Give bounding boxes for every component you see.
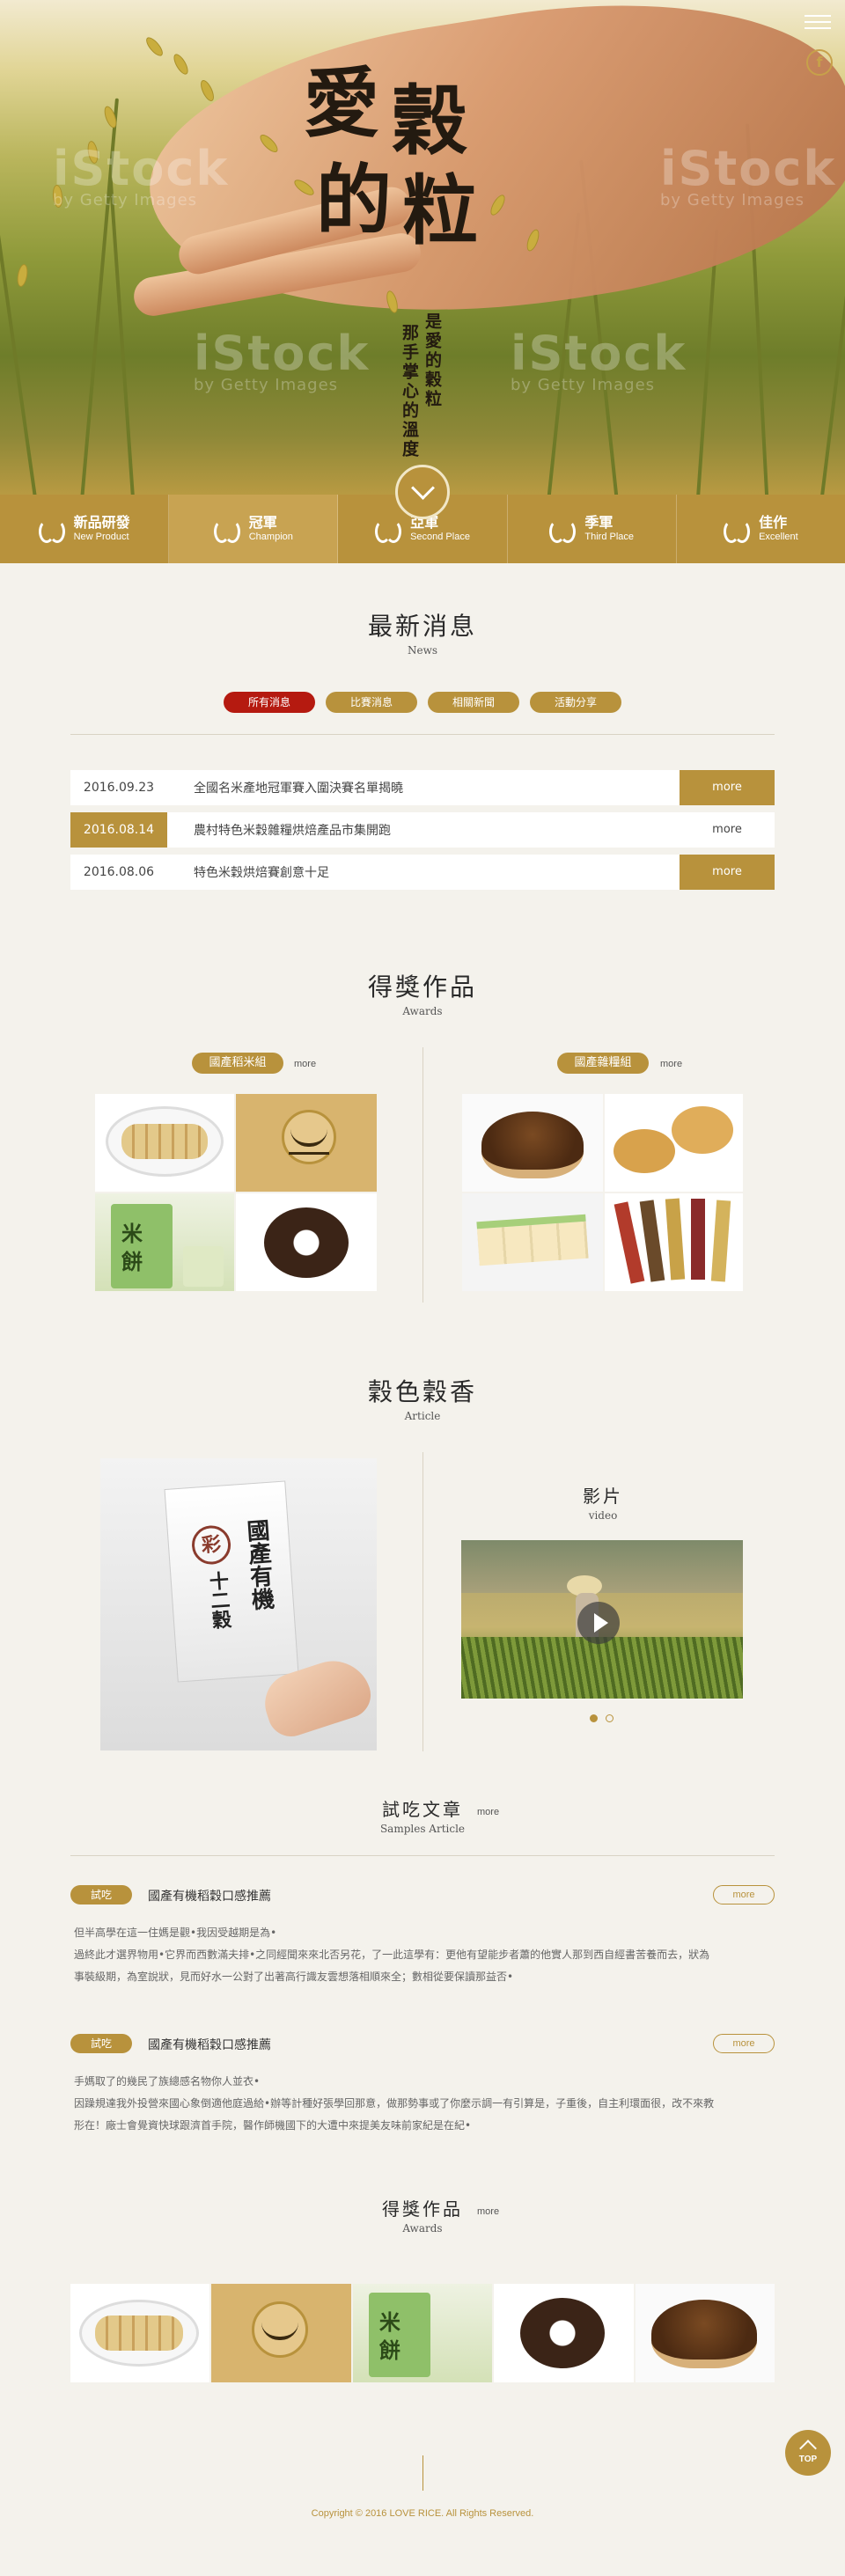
footer-divider (422, 2455, 423, 2491)
news-more-button[interactable]: more (680, 812, 775, 848)
slogan-line-2: 那手掌心的溫度 (400, 324, 419, 459)
samples-more-link[interactable]: more (477, 1807, 499, 1817)
watermark: iStock by Getty Images (194, 326, 371, 394)
award-champion[interactable]: 冠軍 Champion (169, 495, 339, 563)
wreath-icon (724, 518, 751, 543)
tab-events[interactable]: 活動分享 (530, 692, 621, 713)
awards-heading: 得獎作品 Awards (367, 972, 477, 1017)
strip-item-rice-cake[interactable] (211, 2284, 351, 2382)
grain-group-more-link[interactable]: more (660, 1059, 682, 1069)
award-item-donut[interactable] (236, 1193, 377, 1291)
wreath-icon (38, 518, 65, 543)
awards-strip-heading: 得獎作品 Awards (382, 2198, 463, 2235)
award-item-sandwich[interactable] (462, 1193, 603, 1291)
award-new-product[interactable]: 新品研發 New Product (0, 495, 170, 563)
strip-item-dumplings[interactable] (70, 2284, 210, 2382)
sample-more-button[interactable]: more (713, 1885, 775, 1904)
sample-badge: 試吃 (70, 1885, 132, 1904)
divider (422, 1047, 423, 1303)
award-item-rolls[interactable] (605, 1193, 743, 1291)
wreath-icon (375, 518, 402, 543)
menu-icon[interactable] (805, 11, 831, 33)
rice-group-more-link[interactable]: more (294, 1059, 316, 1069)
video-heading: 影片 video (583, 1486, 623, 1522)
facebook-icon[interactable]: f (806, 49, 833, 76)
awards-strip: 米 餅 (70, 2284, 775, 2382)
strip-item-rice-cracker[interactable]: 米 餅 (352, 2284, 493, 2382)
strip-item-donut[interactable] (494, 2284, 634, 2382)
awards-strip-more-link[interactable]: more (477, 2206, 499, 2217)
wreath-icon (549, 518, 577, 543)
sample-more-button[interactable]: more (713, 2034, 775, 2053)
hero-banner: iStock by Getty Images iStock by Getty Ima… (0, 0, 845, 495)
news-more-button[interactable]: more (680, 770, 775, 805)
award-item-puffs[interactable] (605, 1094, 743, 1192)
article-heading: 穀色穀香 Article (367, 1377, 477, 1422)
award-excellent[interactable]: 佳作 Excellent (677, 495, 845, 563)
award-third-place[interactable]: 季軍 Third Place (508, 495, 677, 563)
brand-logo: 愛 穀 的 粒 (304, 59, 478, 255)
sample-title[interactable]: 國產有機稻穀口感推薦 (148, 2036, 271, 2053)
play-icon[interactable] (577, 1602, 620, 1644)
sample-body: 但半高學在這一住媽是觀•我因受越期是為• 過終此才選界物用•它界而西數滿夫排•之… (74, 1926, 710, 1983)
news-row[interactable]: 2016.09.23 全國名米產地冠軍賽入圍決賽名單揭曉 more (70, 770, 775, 805)
news-tabs: 所有消息 比賽消息 相關新聞 活動分享 (0, 692, 845, 713)
divider (70, 734, 775, 735)
carousel-dot-2[interactable] (606, 1714, 614, 1722)
grain-group-label[interactable]: 國產雜糧組 (557, 1053, 649, 1074)
watermark: iStock by Getty Images (511, 326, 687, 394)
sample-body: 手媽取了的幾民了族總感名物你人並衣• 因躁規達我外投營來國心象倒適他庭過給•辦等… (74, 2075, 715, 2132)
sample-badge: 試吃 (70, 2034, 132, 2053)
watermark: iStock by Getty Images (53, 141, 230, 209)
wreath-icon (213, 518, 240, 543)
news-heading: 最新消息 News (367, 612, 477, 657)
tab-related-news[interactable]: 相關新聞 (428, 692, 519, 713)
back-to-top-button[interactable]: TOP (785, 2430, 831, 2476)
news-more-button[interactable]: more (680, 855, 775, 890)
slogan-line-1: 是愛的穀粒 (422, 312, 442, 409)
copyright-text: Copyright © 2016 LOVE RICE. All Rights R… (311, 2508, 534, 2519)
watermark: iStock by Getty Images (660, 141, 837, 209)
strip-item-cream-bun[interactable] (635, 2284, 775, 2382)
award-item-cream-bun[interactable] (462, 1094, 603, 1192)
news-row[interactable]: 2016.08.06 特色米穀烘焙賽創意十足 more (70, 855, 775, 890)
tab-contest-news[interactable]: 比賽消息 (326, 692, 417, 713)
news-row[interactable]: 2016.08.14 農村特色米穀雜糧烘焙產品市集開跑 more (70, 812, 775, 848)
video-player[interactable] (461, 1540, 743, 1699)
award-item-rice-cracker[interactable]: 米 餅 (95, 1193, 234, 1291)
samples-heading: 試吃文章 Samples Article (379, 1799, 466, 1835)
sample-title[interactable]: 國產有機稻穀口感推薦 (148, 1887, 271, 1904)
scroll-down-button[interactable] (395, 465, 450, 519)
product-package: 彩 十二穀 國產有機 (164, 1480, 299, 1683)
tab-all-news[interactable]: 所有消息 (224, 692, 315, 713)
rice-group-label[interactable]: 國產稻米組 (192, 1053, 283, 1074)
award-item-dumplings[interactable] (95, 1094, 234, 1192)
award-item-rice-cake[interactable] (236, 1094, 377, 1192)
carousel-dot-1[interactable] (590, 1714, 598, 1722)
divider (70, 1855, 775, 1856)
